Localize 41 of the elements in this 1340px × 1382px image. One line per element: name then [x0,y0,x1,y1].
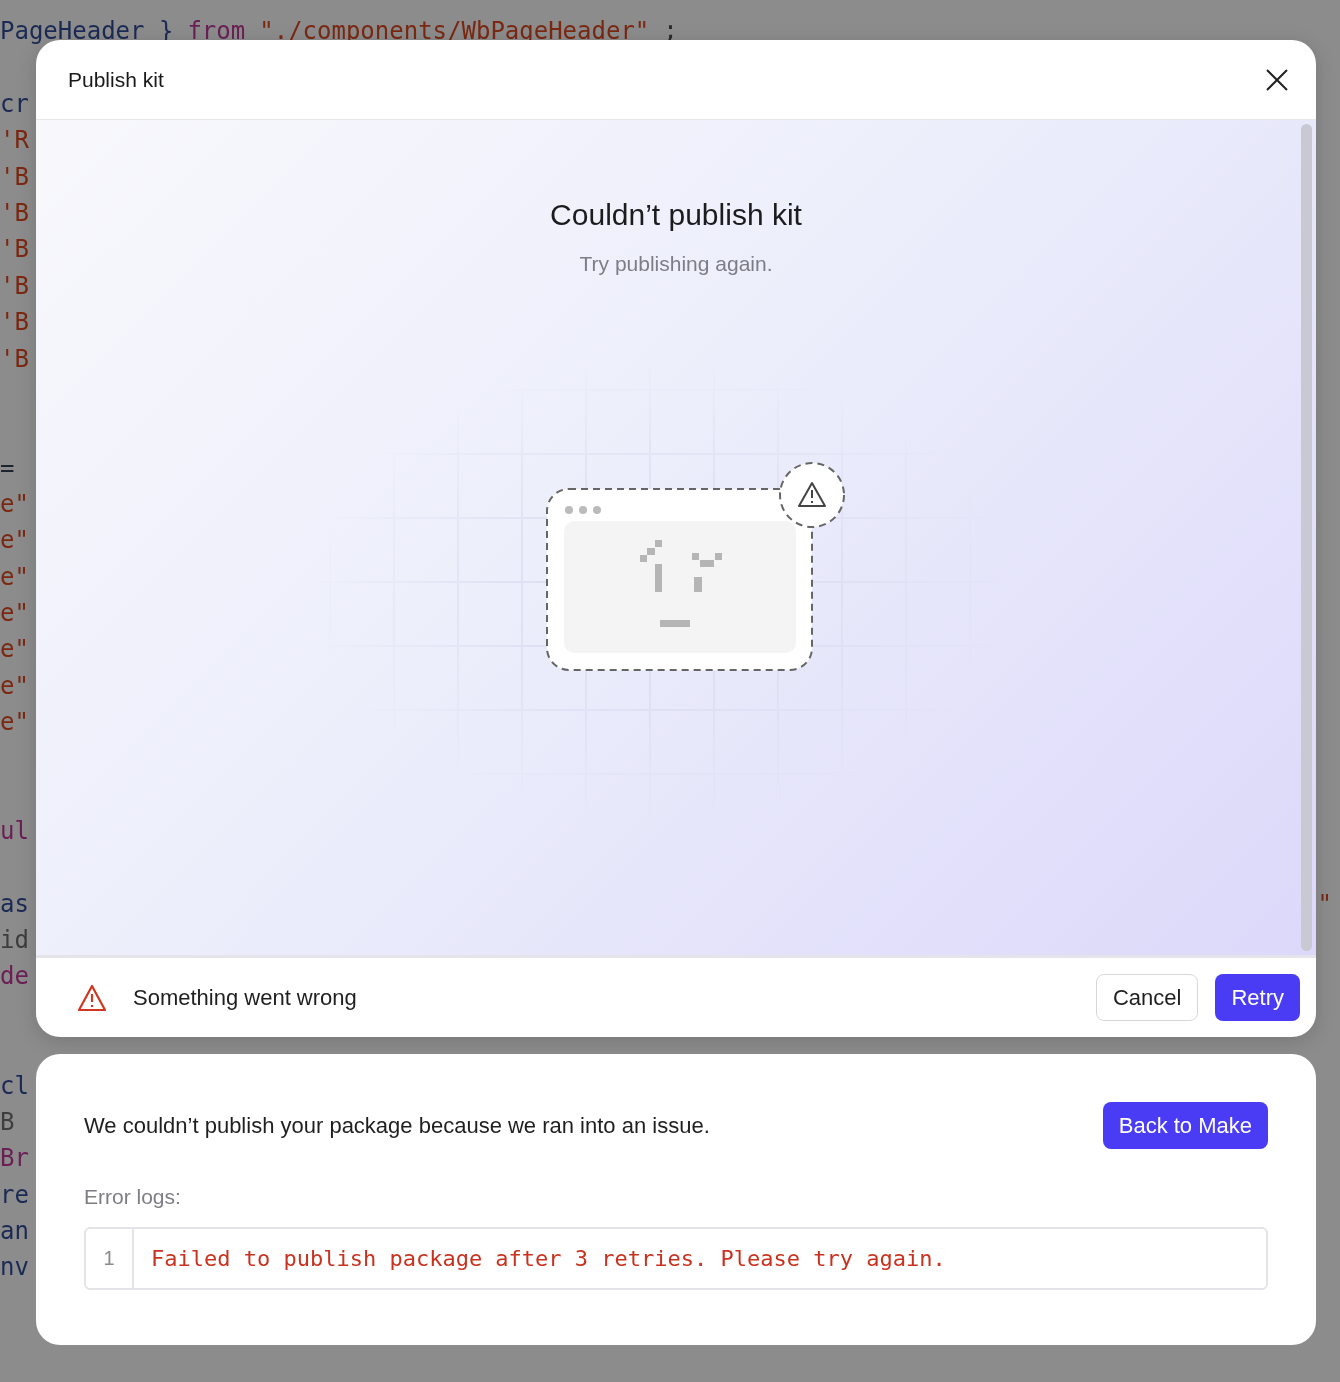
code-line: = [0,452,15,484]
error-subtitle: Try publishing again. [579,252,773,276]
retry-button[interactable]: Retry [1215,974,1300,1021]
back-button[interactable]: Back to Make [1102,1102,1268,1149]
code-line: 'B [0,234,29,266]
line-number: 1 [86,1229,134,1288]
error-message: We couldn’t publish your package because we ran into an issue. [84,1112,710,1139]
code-line: 'B [0,161,29,193]
code-line: e" [0,525,29,557]
code-line: 'B [0,270,29,302]
code-line: de [0,961,29,993]
logs-label: Error logs: [84,1185,182,1209]
status-message: Something went wrong [133,984,358,1011]
code-line: 'B [0,198,29,230]
code-line: cr [0,89,29,121]
code-line: ul [0,816,29,848]
warning-icon [77,983,107,1012]
code-line: e" [0,670,29,702]
error-heading: Couldn’t publish kit [550,197,802,233]
code-line: e" [0,707,29,738]
code-line: e" [0,597,29,629]
code-line: id [0,925,29,957]
code-line: cl [0,1070,29,1102]
code-line: re [0,1179,29,1211]
code-line: e" [0,634,29,666]
code-line: Br [0,1143,29,1175]
code-line: B [0,1106,15,1138]
code-line: e" [0,561,29,593]
code-line: 'R [0,125,29,157]
close-icon[interactable] [1266,68,1288,91]
code-fragment: " [1317,888,1332,920]
code-line: nv [0,1252,29,1284]
code-line: 'B [0,307,29,339]
code-line: as [0,888,29,920]
code-line: 'B [0,343,29,375]
code-line: an [0,1215,29,1247]
log-line: Failed to publish package after 3 retries. Please try again. [150,1246,946,1271]
dialog-title: Publish kit [68,67,164,92]
code-line: e" [0,488,29,520]
cancel-button[interactable]: Cancel [1095,974,1199,1021]
scrollbar[interactable] [1301,124,1312,951]
